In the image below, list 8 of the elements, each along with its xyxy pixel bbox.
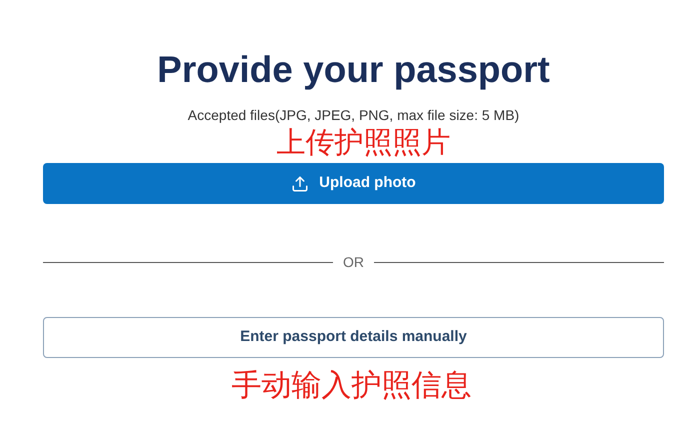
annotation: 手动输入护照信息 xyxy=(232,368,472,404)
subtitle: Accepted files(JPG, JPEG, PNG, max file size: 5 MB) xyxy=(188,106,520,124)
page-title: Provide your passport xyxy=(157,48,550,92)
manual-entry-button[interactable]: Enter passport details manually xyxy=(43,317,664,358)
upload-icon xyxy=(291,174,310,192)
annotation: 上传护照照片 xyxy=(276,126,450,160)
divider-label: OR xyxy=(343,253,364,272)
upload-button[interactable]: Upload photo xyxy=(43,163,664,204)
